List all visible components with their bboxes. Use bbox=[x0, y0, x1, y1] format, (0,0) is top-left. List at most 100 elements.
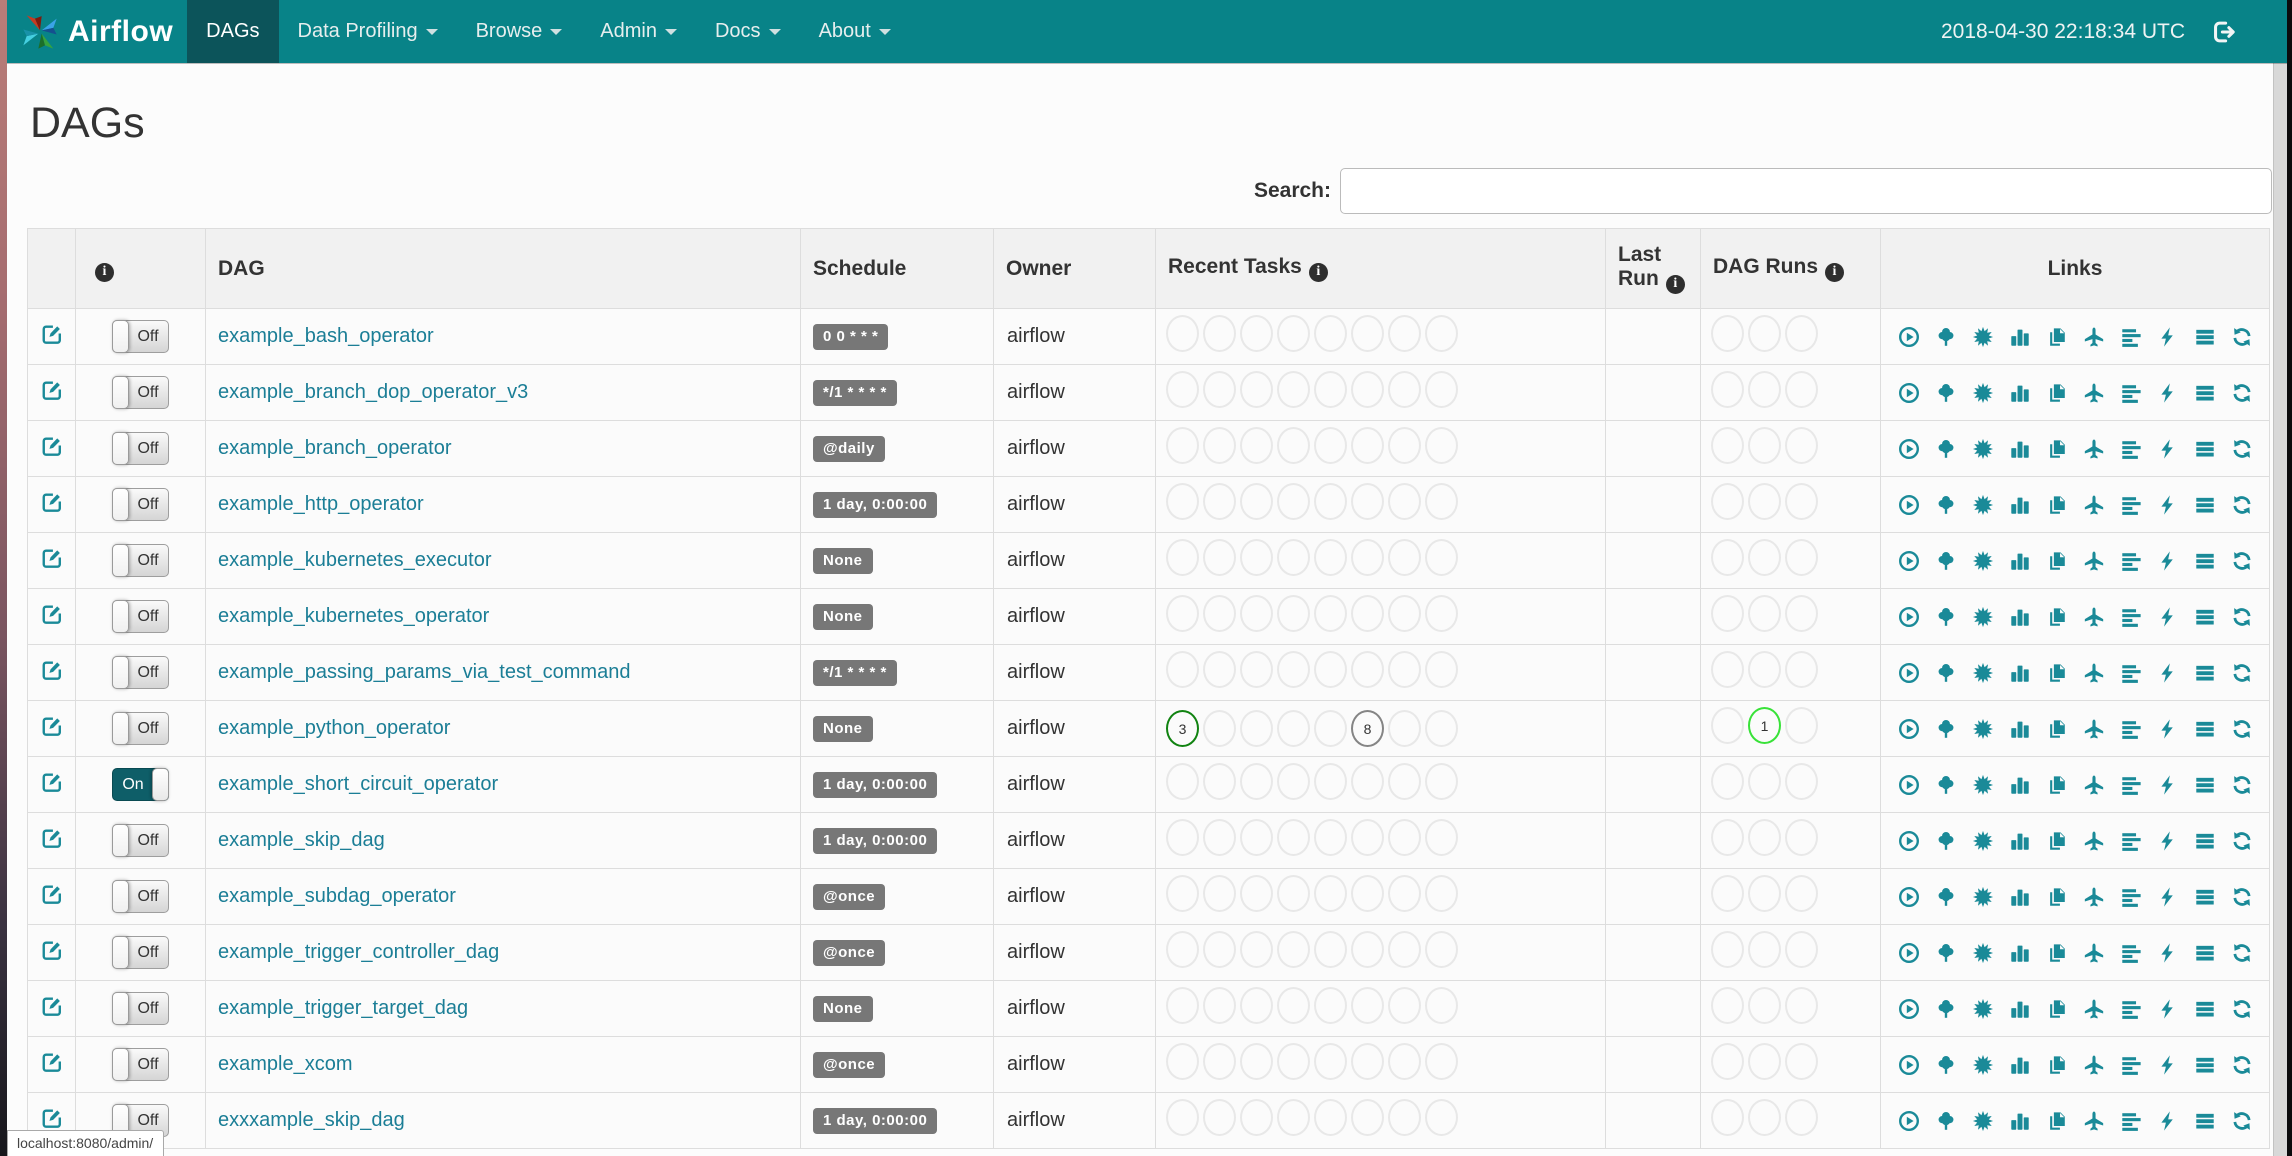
trigger-dag-icon[interactable] bbox=[1898, 382, 1920, 404]
tree-view-icon[interactable] bbox=[1935, 326, 1957, 348]
task-tries-icon[interactable] bbox=[2046, 718, 2068, 740]
dag-name-link[interactable]: example_passing_params_via_test_command bbox=[218, 661, 630, 683]
dag-pause-toggle[interactable]: Off bbox=[112, 600, 169, 633]
landing-times-icon[interactable] bbox=[2083, 662, 2105, 684]
gantt-view-icon[interactable] bbox=[2120, 662, 2142, 684]
edit-dag-icon[interactable] bbox=[41, 1051, 63, 1073]
refresh-icon[interactable] bbox=[2231, 382, 2253, 404]
logs-icon[interactable] bbox=[2194, 998, 2216, 1020]
task-duration-icon[interactable] bbox=[2009, 606, 2031, 628]
task-duration-icon[interactable] bbox=[2009, 662, 2031, 684]
landing-times-icon[interactable] bbox=[2083, 774, 2105, 796]
gantt-view-icon[interactable] bbox=[2120, 942, 2142, 964]
edit-dag-icon[interactable] bbox=[41, 715, 63, 737]
graph-view-icon[interactable] bbox=[1972, 1054, 1994, 1076]
dag-pause-toggle[interactable]: On bbox=[112, 768, 169, 801]
task-tries-icon[interactable] bbox=[2046, 550, 2068, 572]
dag-name-link[interactable]: example_branch_dop_operator_v3 bbox=[218, 381, 528, 403]
code-view-icon[interactable] bbox=[2157, 998, 2179, 1020]
nav-item-browse[interactable]: Browse bbox=[457, 0, 582, 63]
refresh-icon[interactable] bbox=[2231, 662, 2253, 684]
landing-times-icon[interactable] bbox=[2083, 886, 2105, 908]
state-count-circle[interactable]: 1 bbox=[1748, 707, 1781, 744]
logs-icon[interactable] bbox=[2194, 718, 2216, 740]
gantt-view-icon[interactable] bbox=[2120, 1054, 2142, 1076]
trigger-dag-icon[interactable] bbox=[1898, 326, 1920, 348]
dag-pause-toggle[interactable]: Off bbox=[112, 712, 169, 745]
task-tries-icon[interactable] bbox=[2046, 662, 2068, 684]
tree-view-icon[interactable] bbox=[1935, 382, 1957, 404]
task-duration-icon[interactable] bbox=[2009, 886, 2031, 908]
code-view-icon[interactable] bbox=[2157, 438, 2179, 460]
trigger-dag-icon[interactable] bbox=[1898, 942, 1920, 964]
edit-dag-icon[interactable] bbox=[41, 435, 63, 457]
task-tries-icon[interactable] bbox=[2046, 886, 2068, 908]
tree-view-icon[interactable] bbox=[1935, 606, 1957, 628]
task-tries-icon[interactable] bbox=[2046, 774, 2068, 796]
trigger-dag-icon[interactable] bbox=[1898, 718, 1920, 740]
gantt-view-icon[interactable] bbox=[2120, 550, 2142, 572]
search-input[interactable] bbox=[1340, 168, 2272, 214]
dag-pause-toggle[interactable]: Off bbox=[112, 376, 169, 409]
graph-view-icon[interactable] bbox=[1972, 718, 1994, 740]
dag-pause-toggle[interactable]: Off bbox=[112, 1048, 169, 1081]
nav-item-admin[interactable]: Admin bbox=[581, 0, 696, 63]
landing-times-icon[interactable] bbox=[2083, 942, 2105, 964]
task-tries-icon[interactable] bbox=[2046, 942, 2068, 964]
task-duration-icon[interactable] bbox=[2009, 494, 2031, 516]
refresh-icon[interactable] bbox=[2231, 1054, 2253, 1076]
edit-dag-icon[interactable] bbox=[41, 659, 63, 681]
dag-pause-toggle[interactable]: Off bbox=[112, 320, 169, 353]
task-duration-icon[interactable] bbox=[2009, 550, 2031, 572]
tree-view-icon[interactable] bbox=[1935, 998, 1957, 1020]
landing-times-icon[interactable] bbox=[2083, 326, 2105, 348]
task-duration-icon[interactable] bbox=[2009, 998, 2031, 1020]
tree-view-icon[interactable] bbox=[1935, 1110, 1957, 1132]
edit-dag-icon[interactable] bbox=[41, 547, 63, 569]
trigger-dag-icon[interactable] bbox=[1898, 998, 1920, 1020]
dag-name-link[interactable]: example_branch_operator bbox=[218, 437, 452, 459]
gantt-view-icon[interactable] bbox=[2120, 830, 2142, 852]
nav-item-data-profiling[interactable]: Data Profiling bbox=[279, 0, 457, 63]
code-view-icon[interactable] bbox=[2157, 886, 2179, 908]
refresh-icon[interactable] bbox=[2231, 998, 2253, 1020]
nav-item-about[interactable]: About bbox=[800, 0, 910, 63]
trigger-dag-icon[interactable] bbox=[1898, 438, 1920, 460]
task-tries-icon[interactable] bbox=[2046, 998, 2068, 1020]
task-duration-icon[interactable] bbox=[2009, 718, 2031, 740]
trigger-dag-icon[interactable] bbox=[1898, 606, 1920, 628]
trigger-dag-icon[interactable] bbox=[1898, 494, 1920, 516]
task-tries-icon[interactable] bbox=[2046, 606, 2068, 628]
task-duration-icon[interactable] bbox=[2009, 774, 2031, 796]
graph-view-icon[interactable] bbox=[1972, 326, 1994, 348]
gantt-view-icon[interactable] bbox=[2120, 438, 2142, 460]
tree-view-icon[interactable] bbox=[1935, 494, 1957, 516]
refresh-icon[interactable] bbox=[2231, 774, 2253, 796]
trigger-dag-icon[interactable] bbox=[1898, 1054, 1920, 1076]
tree-view-icon[interactable] bbox=[1935, 1054, 1957, 1076]
code-view-icon[interactable] bbox=[2157, 494, 2179, 516]
landing-times-icon[interactable] bbox=[2083, 382, 2105, 404]
code-view-icon[interactable] bbox=[2157, 830, 2179, 852]
graph-view-icon[interactable] bbox=[1972, 382, 1994, 404]
edit-dag-icon[interactable] bbox=[41, 1107, 63, 1129]
graph-view-icon[interactable] bbox=[1972, 662, 1994, 684]
dag-name-link[interactable]: example_skip_dag bbox=[218, 829, 385, 851]
logs-icon[interactable] bbox=[2194, 606, 2216, 628]
tree-view-icon[interactable] bbox=[1935, 886, 1957, 908]
dag-pause-toggle[interactable]: Off bbox=[112, 824, 169, 857]
trigger-dag-icon[interactable] bbox=[1898, 550, 1920, 572]
trigger-dag-icon[interactable] bbox=[1898, 662, 1920, 684]
logs-icon[interactable] bbox=[2194, 830, 2216, 852]
landing-times-icon[interactable] bbox=[2083, 718, 2105, 740]
task-duration-icon[interactable] bbox=[2009, 438, 2031, 460]
gantt-view-icon[interactable] bbox=[2120, 998, 2142, 1020]
state-count-circle[interactable]: 3 bbox=[1166, 710, 1199, 747]
graph-view-icon[interactable] bbox=[1972, 998, 1994, 1020]
landing-times-icon[interactable] bbox=[2083, 494, 2105, 516]
refresh-icon[interactable] bbox=[2231, 438, 2253, 460]
edit-dag-icon[interactable] bbox=[41, 491, 63, 513]
edit-dag-icon[interactable] bbox=[41, 995, 63, 1017]
logs-icon[interactable] bbox=[2194, 550, 2216, 572]
refresh-icon[interactable] bbox=[2231, 494, 2253, 516]
